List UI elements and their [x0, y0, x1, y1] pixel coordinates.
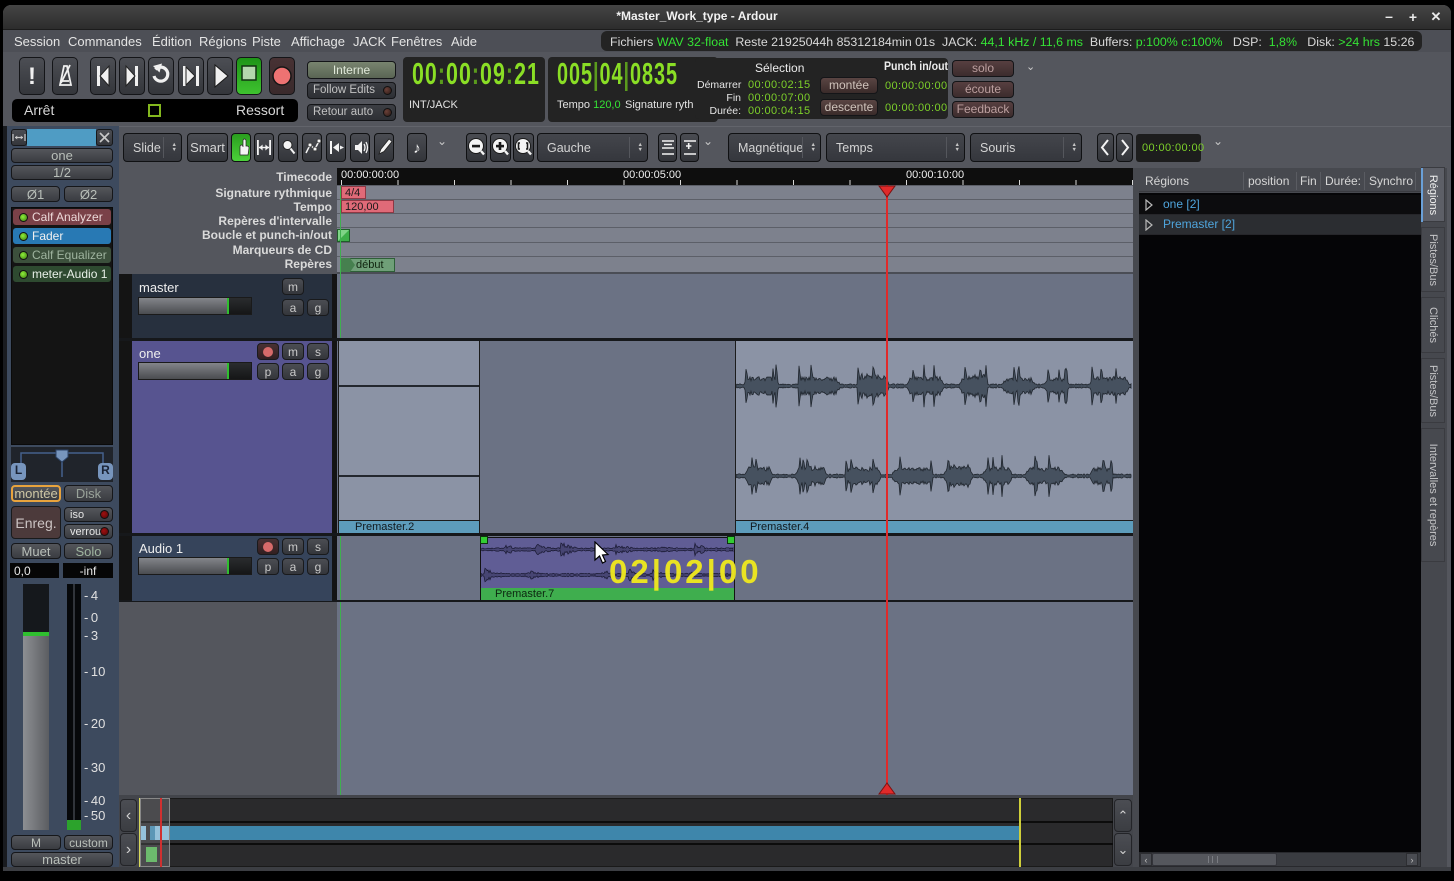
- svg-text:♪: ♪: [413, 140, 421, 157]
- svg-text:!: !: [28, 63, 36, 90]
